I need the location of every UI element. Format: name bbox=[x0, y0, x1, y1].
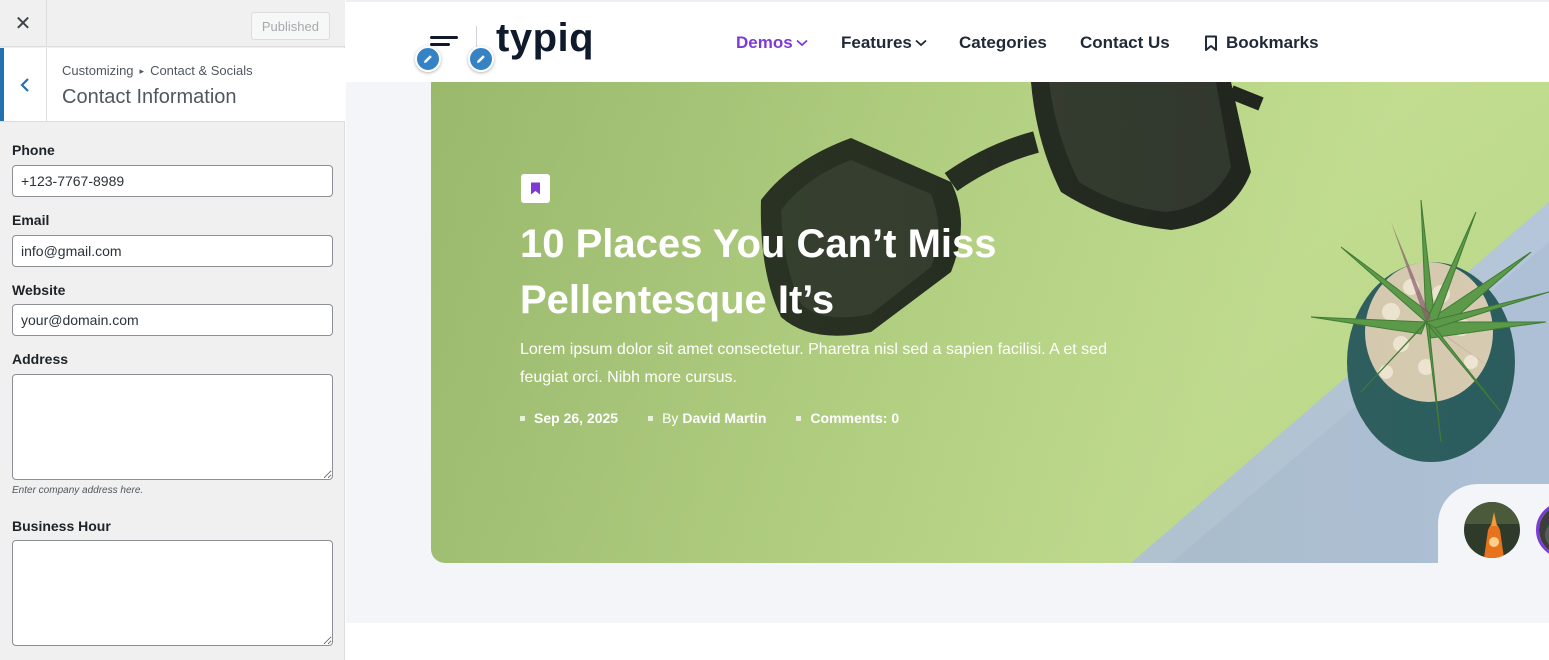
edit-shortcut-pencil-icon[interactable] bbox=[468, 46, 494, 72]
breadcrumb-root: Customizing bbox=[62, 63, 134, 78]
customizer-header: ✕ Published bbox=[0, 0, 345, 47]
nav-item-bookmarks[interactable]: Bookmarks bbox=[1204, 33, 1319, 53]
customizer-panel: ✕ Published Customizing ▸ Contact & Social… bbox=[0, 0, 345, 660]
post-date: Sep 26, 2025 bbox=[520, 410, 618, 426]
bullet-icon bbox=[648, 415, 654, 421]
edit-shortcut-pencil-icon[interactable] bbox=[415, 46, 441, 72]
section-header: Customizing ▸ Contact & Socials Contact In… bbox=[0, 48, 345, 122]
site-preview: typiq Demos Features Categories Contact … bbox=[346, 0, 1549, 660]
address-textarea[interactable] bbox=[12, 374, 333, 480]
slider-thumbnails bbox=[1438, 484, 1549, 584]
author-link[interactable]: David Martin bbox=[682, 410, 766, 426]
post-comments: Comments: 0 bbox=[796, 410, 899, 426]
breadcrumb: Customizing ▸ Contact & Socials bbox=[62, 63, 253, 78]
breadcrumb-section: Contact & Socials bbox=[150, 63, 253, 78]
email-field[interactable]: info@gmail.com bbox=[12, 235, 333, 267]
chevron-down-icon bbox=[915, 39, 927, 47]
website-label: Website bbox=[12, 282, 66, 298]
slider-thumbnail[interactable] bbox=[1464, 502, 1520, 558]
address-description: Enter company address here. bbox=[12, 485, 144, 496]
section-title: Contact Information bbox=[62, 86, 237, 108]
post-title[interactable]: 10 Places You Can’t Miss Pellentesque It… bbox=[520, 216, 1080, 328]
business-hour-textarea[interactable] bbox=[12, 540, 333, 646]
website-field[interactable]: your@domain.com bbox=[12, 304, 333, 336]
site-logo[interactable]: typiq bbox=[496, 16, 594, 61]
nav-label: Bookmarks bbox=[1226, 33, 1319, 52]
breadcrumb-separator: ▸ bbox=[139, 66, 145, 76]
bullet-icon bbox=[796, 415, 802, 421]
post-date-text: Sep 26, 2025 bbox=[534, 410, 619, 426]
close-customizer-button[interactable]: ✕ bbox=[0, 0, 47, 47]
business-hour-label: Business Hour bbox=[12, 518, 111, 534]
chevron-left-icon bbox=[20, 77, 29, 92]
preview-bottom-section bbox=[346, 623, 1549, 660]
nav-item-demos[interactable]: Demos bbox=[736, 33, 808, 53]
site-header: typiq Demos Features Categories Contact … bbox=[346, 0, 1549, 82]
publish-button[interactable]: Published bbox=[250, 12, 330, 40]
nav-item-features[interactable]: Features bbox=[841, 33, 927, 53]
bullet-icon bbox=[520, 415, 525, 421]
comments-count[interactable]: Comments: 0 bbox=[810, 410, 899, 426]
chevron-down-icon bbox=[796, 39, 808, 47]
author-prefix: By bbox=[662, 410, 679, 426]
email-label: Email bbox=[12, 212, 50, 228]
phone-field[interactable]: +123-7767-8989 bbox=[12, 165, 333, 197]
post-author: By David Martin bbox=[648, 410, 766, 426]
phone-label: Phone bbox=[12, 142, 55, 158]
thumbnail-image bbox=[1539, 505, 1549, 555]
post-meta: Sep 26, 2025 By David Martin Comments: 0 bbox=[520, 410, 899, 426]
bookmark-icon bbox=[1205, 35, 1217, 51]
nav-label: Contact Us bbox=[1080, 33, 1170, 52]
nav-label: Demos bbox=[736, 33, 793, 52]
address-label: Address bbox=[12, 351, 69, 367]
nav-item-categories[interactable]: Categories bbox=[959, 33, 1047, 53]
nav-label: Features bbox=[841, 33, 912, 52]
hero-featured-post[interactable]: 10 Places You Can’t Miss Pellentesque It… bbox=[431, 82, 1549, 563]
bookmark-button[interactable] bbox=[521, 174, 550, 203]
post-excerpt: Lorem ipsum dolor sit amet consectetur. … bbox=[520, 341, 1107, 386]
bookmark-icon bbox=[531, 182, 540, 195]
thumbnail-image bbox=[1464, 502, 1520, 558]
nav-label: Categories bbox=[959, 33, 1047, 52]
slider-thumbnail-active[interactable] bbox=[1536, 502, 1549, 558]
nav-item-contact-us[interactable]: Contact Us bbox=[1080, 33, 1170, 53]
back-button[interactable] bbox=[0, 48, 47, 121]
